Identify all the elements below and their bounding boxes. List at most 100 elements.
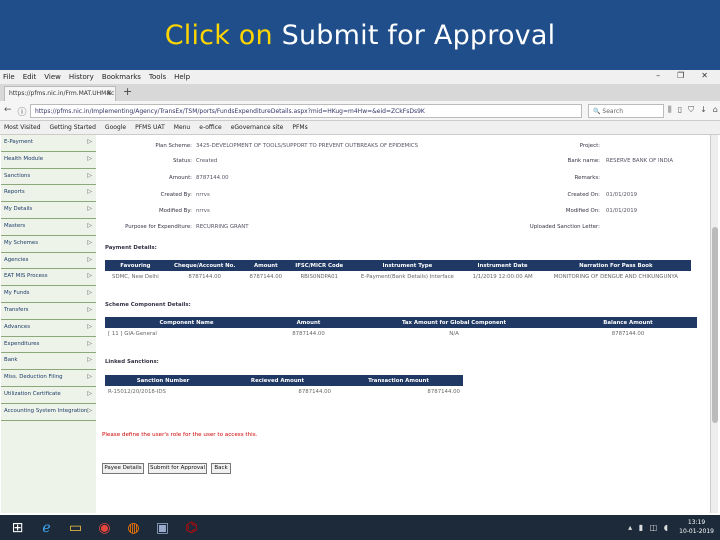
download-icon[interactable]: ↓	[700, 105, 707, 115]
browser-tab[interactable]: https://pfms.nic.in/Frm.MAT.UHM&c ✕	[4, 86, 116, 101]
sidebar-item-label: Masters	[4, 222, 26, 229]
sidebar-item-label: Agencies	[4, 256, 29, 263]
submit-for-approval-button[interactable]: Submit for Approval	[148, 463, 207, 474]
bookmark-egovernance[interactable]: eGovernance site	[231, 124, 284, 131]
created-on-value: 01/01/2019	[606, 192, 638, 198]
sidebar-item-deduction-filing[interactable]: Miss. Deduction Filing ▷	[1, 370, 96, 387]
menu-view[interactable]: View	[44, 73, 61, 81]
sidebar-icon[interactable]: ▯	[678, 105, 682, 115]
menu-bookmarks[interactable]: Bookmarks	[102, 73, 141, 81]
new-tab-icon[interactable]: +	[123, 85, 132, 98]
column-header: Tax Amount for Global Component	[349, 317, 559, 328]
column-header: Narration For Pass Book	[540, 260, 691, 271]
menu-history[interactable]: History	[69, 73, 94, 81]
menu-tools[interactable]: Tools	[149, 73, 166, 81]
clock[interactable]: 13:19 10-01-2019	[679, 518, 714, 536]
chrome-icon[interactable]: ◉	[93, 517, 116, 538]
menu-help[interactable]: Help	[174, 73, 190, 81]
menu-file[interactable]: File	[3, 73, 15, 81]
sidebar-item-transfers[interactable]: Transfers ▷	[1, 303, 96, 320]
created-on-label: Created On:	[567, 192, 600, 198]
table-cell: 8787144.00	[298, 388, 331, 395]
column-header: Sanction Number	[105, 375, 221, 386]
sidebar-item-label: E-Payment	[4, 139, 33, 145]
library-icon[interactable]: ⫼	[668, 105, 672, 115]
back-arrow-icon[interactable]: ←	[4, 105, 12, 118]
linked-sanctions-table: Sanction Number Recieved Amount Transact…	[105, 375, 463, 397]
minimize-icon[interactable]: –	[656, 71, 660, 80]
bookmark-getting-started[interactable]: Getting Started	[50, 124, 96, 131]
bookmark-pfms-uat[interactable]: PFMS UAT	[135, 124, 165, 131]
sidebar-item-accounting-integration[interactable]: Accounting System Integration ▷	[1, 404, 96, 421]
sidebar-item-my-schemes[interactable]: My Schemes ▷	[1, 236, 96, 253]
banner-highlight: Click on	[164, 19, 273, 51]
search-input[interactable]: 🔍 Search	[588, 104, 664, 118]
table-cell: R-15012/20/2018-IDS	[108, 388, 166, 395]
modified-on-label: Modified On:	[565, 208, 600, 214]
sidebar-item-eat-mis[interactable]: EAT MIS Process ▷	[1, 269, 96, 287]
bookmark-e-office[interactable]: e-office	[199, 124, 221, 131]
sidebar-item-label: Transfers	[4, 306, 29, 313]
close-icon[interactable]: ✕	[701, 71, 708, 80]
scrollbar-thumb[interactable]	[712, 227, 718, 423]
sidebar-item-utilization-certificate[interactable]: Utilization Certificate ▷	[1, 387, 96, 404]
firefox-icon[interactable]: ◍	[122, 517, 145, 538]
banner-title: Click on Submit for Approval	[165, 20, 556, 51]
chevron-right-icon: ▷	[87, 255, 92, 263]
sidebar-item-e-payment[interactable]: E-Payment ▷	[1, 135, 96, 152]
sidebar-item-my-details[interactable]: My Details ▷	[1, 202, 96, 219]
windows-start-icon[interactable]: ⊞	[6, 517, 29, 538]
column-header: Amount	[243, 260, 289, 271]
table-cell: N/A	[449, 330, 459, 337]
sidebar-item-label: Miss. Deduction Filing	[4, 374, 63, 381]
sidebar-item-reports[interactable]: Reports ▷	[1, 185, 96, 203]
created-by-label: Created By:	[160, 192, 192, 198]
bookmark-menu[interactable]: Menu	[174, 124, 190, 131]
vertical-scrollbar[interactable]	[710, 135, 718, 513]
bank-name-value: RESERVE BANK OF INDIA	[606, 158, 674, 164]
word-icon[interactable]: ▣	[151, 517, 174, 538]
modified-on-value: 01/01/2019	[606, 208, 638, 214]
pocket-icon[interactable]: ⛉	[688, 105, 694, 115]
chevron-right-icon: ▷	[87, 238, 92, 246]
sidebar-item-sanctions[interactable]: Sanctions ▷	[1, 169, 96, 186]
taskbar: ⊞ ℯ ▭ ◉ ◍ ▣ ⌬ ▴ ▮ ◫ ◖ 13:19 10-01-2019	[0, 515, 720, 540]
bank-name-label: Bank name:	[567, 158, 600, 164]
system-tray-icons[interactable]: ▴ ▮ ◫ ◖	[628, 523, 670, 532]
table-header-row: Sanction Number Recieved Amount Transact…	[105, 375, 463, 386]
sidebar-item-label: Health Module	[4, 155, 44, 162]
bookmark-most-visited[interactable]: Most Visited	[4, 124, 41, 131]
sidebar-item-advances[interactable]: Advances ▷	[1, 320, 96, 337]
slide-banner: Click on Submit for Approval	[0, 0, 720, 70]
sidebar-item-label: Reports	[4, 189, 25, 196]
payee-details-button[interactable]: Payee Details	[102, 463, 144, 474]
table-header-row: Favouring Cheque/Account No. Amount IFSC…	[105, 260, 691, 271]
sidebar-item-masters[interactable]: Masters ▷	[1, 219, 96, 236]
column-header: IFSC/MICR Code	[288, 260, 351, 271]
table-cell: 8787144.00	[249, 273, 283, 280]
tab-close-icon[interactable]: ✕	[106, 89, 112, 97]
chevron-right-icon: ▷	[87, 171, 92, 179]
acrobat-icon[interactable]: ⌬	[180, 517, 203, 538]
sidebar-item-my-funds[interactable]: My Funds ▷	[1, 286, 96, 303]
remarks-label: Remarks:	[574, 175, 600, 181]
menu-edit[interactable]: Edit	[23, 73, 37, 81]
sidebar-item-health-module[interactable]: Health Module ▷	[1, 152, 96, 169]
back-button[interactable]: Back	[211, 463, 231, 474]
sidebar-item-agencies[interactable]: Agencies ▷	[1, 253, 96, 270]
clock-date: 10-01-2019	[679, 528, 714, 535]
column-header: Transaction Amount	[334, 375, 463, 386]
bookmark-google[interactable]: Google	[105, 124, 126, 131]
bookmark-pfms[interactable]: PFMs	[292, 124, 307, 131]
chevron-right-icon: ▷	[87, 305, 92, 313]
file-explorer-icon[interactable]: ▭	[64, 517, 87, 538]
nav-bar: ← ⓘ https://pfms.nic.in/Implementing/Agen…	[0, 101, 720, 121]
internet-explorer-icon[interactable]: ℯ	[35, 517, 58, 538]
home-icon[interactable]: ⌂	[713, 105, 718, 115]
info-icon[interactable]: ⓘ	[18, 105, 27, 118]
maximize-icon[interactable]: ❐	[677, 71, 684, 80]
purpose-label: Purpose for Expenditure:	[125, 224, 192, 230]
address-bar[interactable]: https://pfms.nic.in/Implementing/Agency/…	[30, 104, 582, 118]
sidebar-item-bank[interactable]: Bank ▷	[1, 353, 96, 371]
sidebar-item-expenditures[interactable]: Expenditures ▷	[1, 337, 96, 354]
